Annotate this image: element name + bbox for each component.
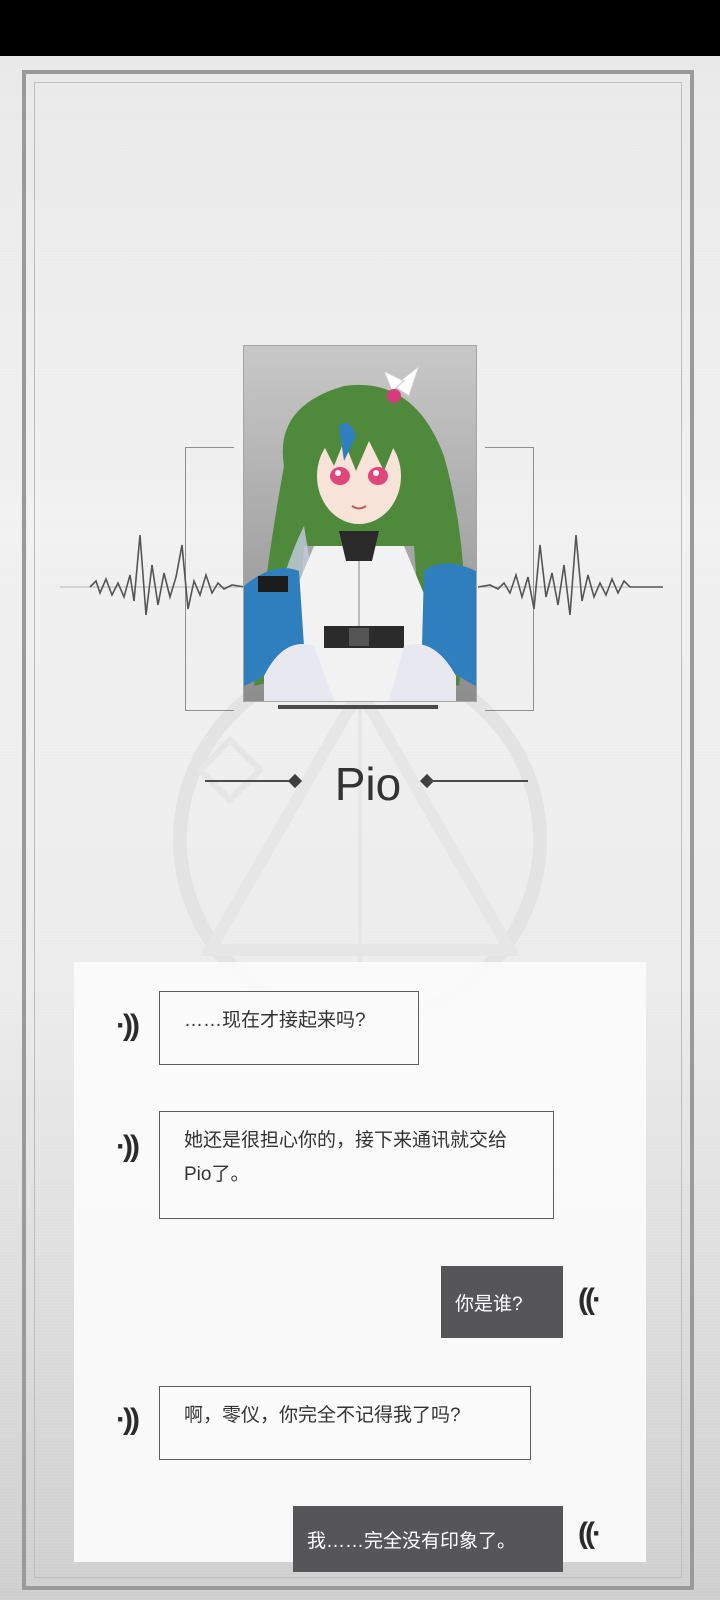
- voice-waveform-right-icon: [478, 534, 663, 616]
- status-bar: [0, 0, 720, 56]
- character-portrait: [243, 345, 477, 702]
- message-incoming: ……现在才接起来吗?: [159, 991, 419, 1065]
- message-text: ……现在才接起来吗?: [184, 1010, 366, 1031]
- sound-wave-left-icon[interactable]: ((·: [578, 1283, 602, 1317]
- message-text: 她还是很担心你的，接下来通讯就交给Pio了。: [184, 1130, 508, 1185]
- message-incoming: 她还是很担心你的，接下来通讯就交给Pio了。: [159, 1111, 554, 1219]
- character-illustration-icon: [244, 364, 476, 701]
- sound-wave-left-icon[interactable]: ((·: [578, 1517, 602, 1551]
- message-incoming: 啊，零仪，你完全不记得我了吗?: [159, 1386, 531, 1460]
- sound-wave-right-icon[interactable]: ·)): [116, 1009, 140, 1043]
- portrait-underline: [278, 705, 438, 709]
- name-divider-left: [205, 780, 295, 782]
- sound-wave-right-icon[interactable]: ·)): [116, 1403, 140, 1437]
- name-divider-right: [428, 780, 528, 782]
- message-outgoing: 我……完全没有印象了。: [293, 1506, 563, 1572]
- message-text: 我……完全没有印象了。: [307, 1530, 517, 1552]
- sound-wave-right-icon[interactable]: ·)): [116, 1130, 140, 1164]
- message-outgoing: 你是谁?: [441, 1266, 563, 1338]
- message-text: 你是谁?: [455, 1293, 523, 1315]
- voice-waveform-left-icon: [60, 534, 245, 616]
- speaker-name: Pio: [334, 758, 402, 810]
- message-text: 啊，零仪，你完全不记得我了吗?: [184, 1405, 461, 1426]
